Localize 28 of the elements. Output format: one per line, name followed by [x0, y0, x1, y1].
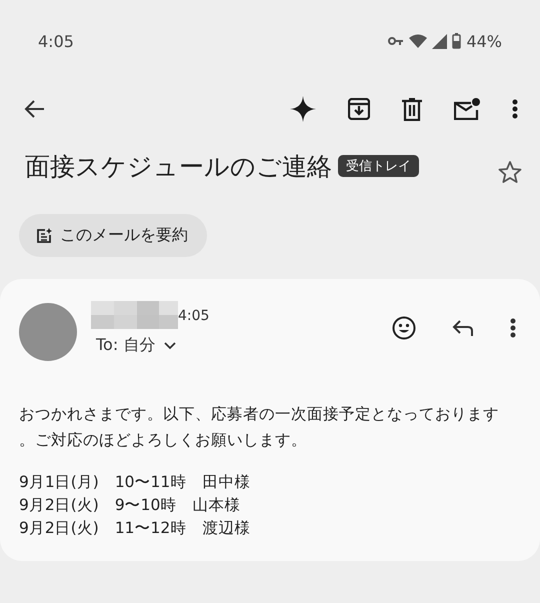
schedule-line: 9月1日(月) 10〜11時 田中様 — [19, 472, 252, 493]
schedule-line: 9月2日(火) 9〜10時 山本様 — [19, 495, 242, 516]
reply-icon[interactable] — [452, 319, 474, 337]
chevron-down-icon — [164, 342, 176, 350]
inbox-label: 受信トレイ — [338, 155, 419, 177]
summary-icon — [36, 228, 52, 244]
summarize-button[interactable]: このメールを要約 — [19, 214, 207, 257]
back-icon[interactable] — [23, 99, 45, 119]
message-text-line: おつかれさまです。以下、応募者の一次面接予定となっております — [19, 404, 500, 425]
message-time: 4:05 — [178, 308, 210, 324]
sparkle-icon[interactable] — [290, 96, 316, 122]
archive-icon[interactable] — [348, 98, 370, 120]
more-icon[interactable] — [510, 318, 516, 338]
email-subject: 面接スケジュールのご連絡 — [25, 150, 332, 182]
signal-icon — [432, 34, 448, 48]
mail-unread-icon[interactable] — [454, 98, 480, 120]
message-text-line: 。ご対応のほどよろしくお願いします。 — [19, 430, 308, 451]
wifi-icon — [409, 34, 428, 48]
delete-icon[interactable] — [402, 98, 422, 120]
more-icon[interactable] — [512, 99, 518, 119]
emoji-icon[interactable] — [392, 316, 416, 340]
key-icon — [388, 36, 404, 46]
star-icon[interactable] — [498, 160, 522, 184]
recipient-dropdown[interactable]: To: 自分 — [96, 335, 176, 356]
schedule-line: 9月2日(火) 11〜12時 渡辺様 — [19, 518, 252, 539]
battery-percentage: 44% — [466, 32, 502, 50]
status-time: 4:05 — [38, 32, 74, 50]
battery-icon — [452, 33, 462, 49]
